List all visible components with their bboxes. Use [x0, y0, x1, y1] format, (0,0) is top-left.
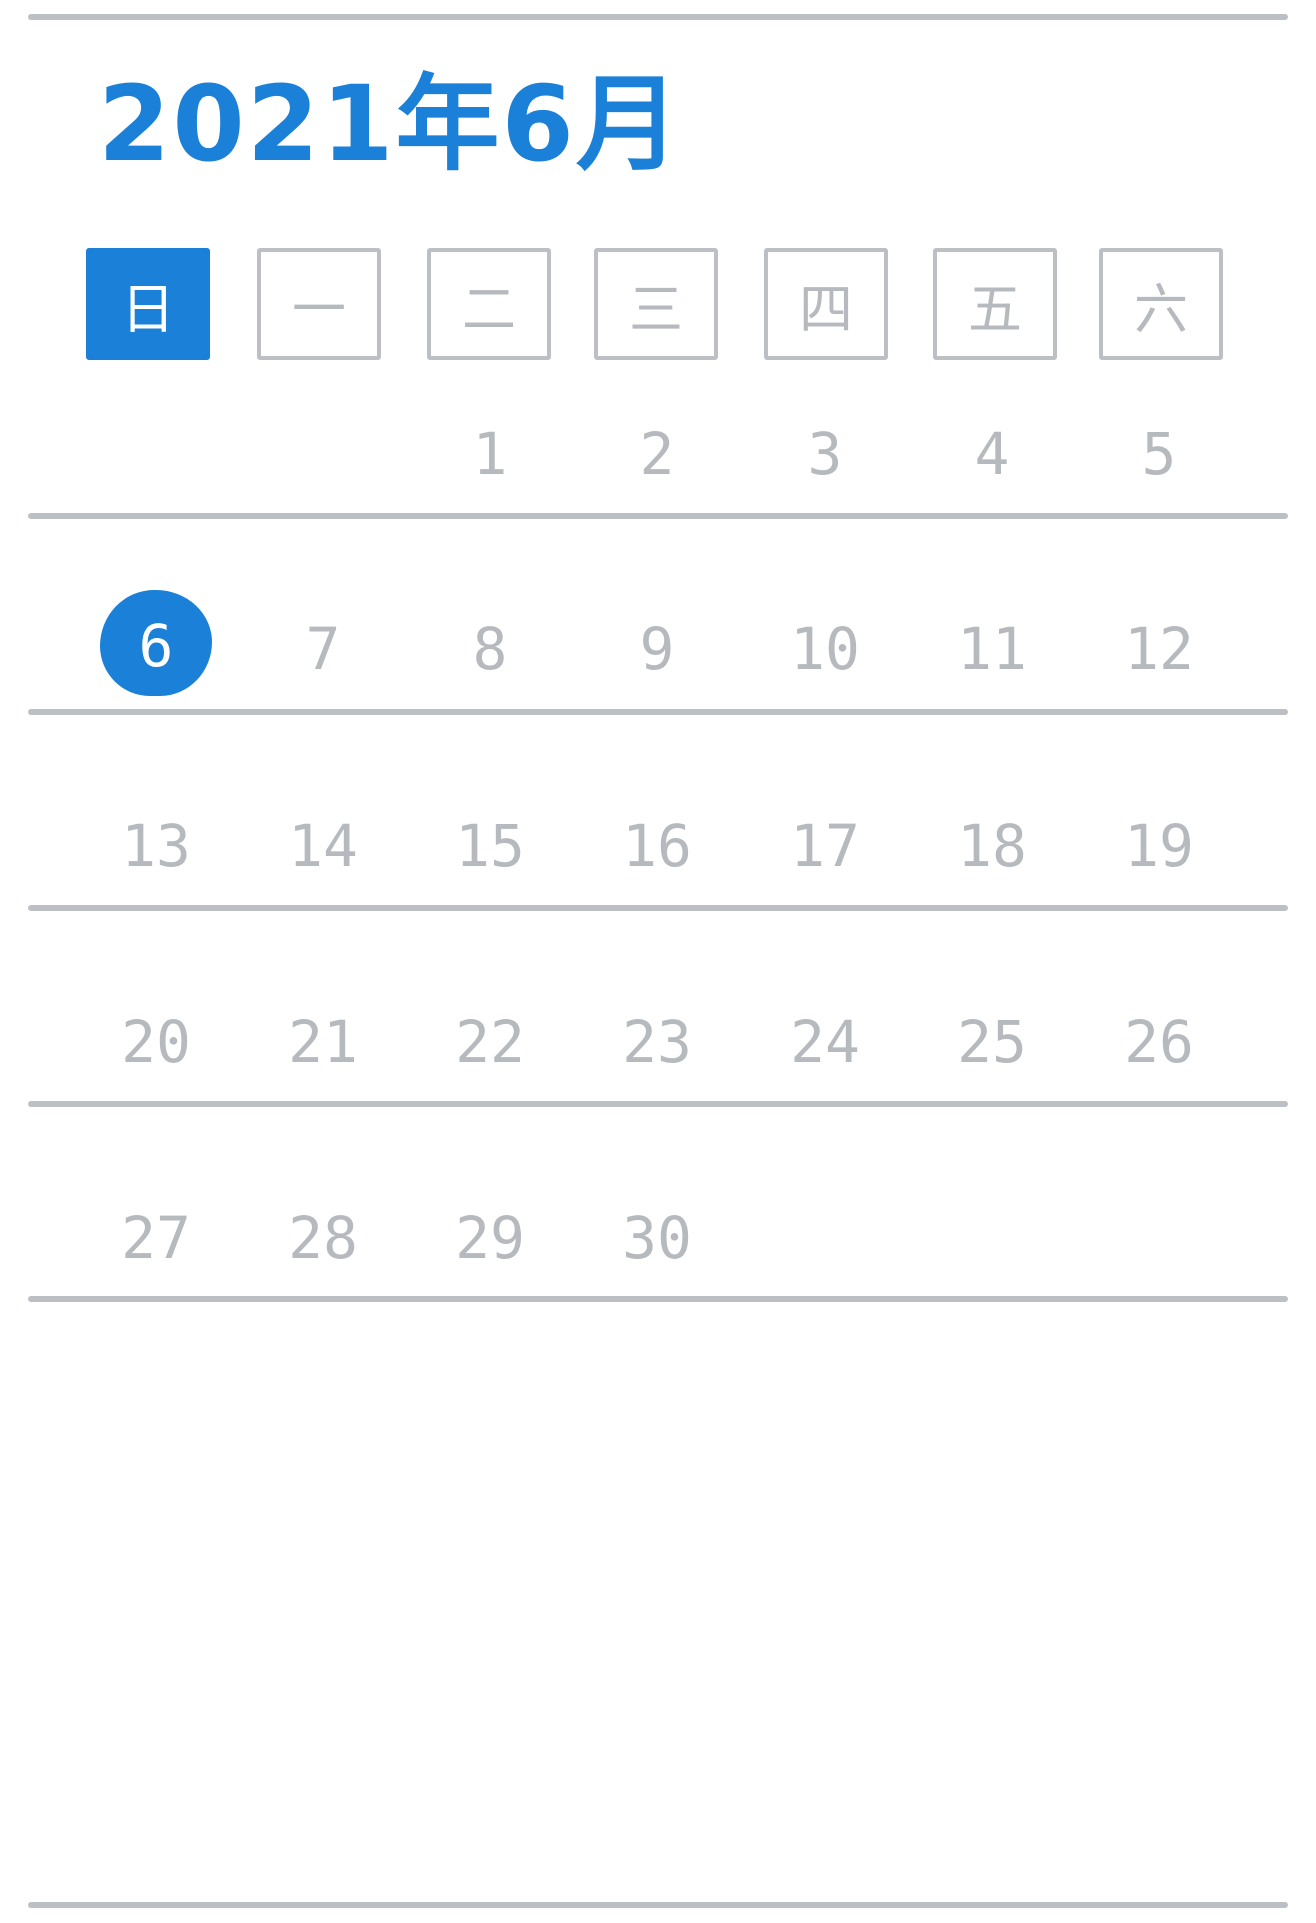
day-cell[interactable]: 28: [263, 1198, 383, 1278]
day-cell[interactable]: 17: [765, 806, 885, 886]
day-cell[interactable]: 13: [96, 806, 216, 886]
day-cell[interactable]: 23: [597, 1002, 717, 1082]
day-cell[interactable]: 22: [430, 1002, 550, 1082]
month-title: 2021年6月: [98, 63, 682, 185]
weekday-thu[interactable]: 四: [764, 248, 888, 360]
day-cell[interactable]: 7: [263, 609, 383, 689]
day-cell[interactable]: 18: [932, 806, 1052, 886]
week-divider: [28, 1101, 1288, 1107]
day-cell[interactable]: 25: [932, 1002, 1052, 1082]
day-cell[interactable]: 19: [1099, 806, 1219, 886]
bottom-rule: [28, 1902, 1288, 1908]
day-cell[interactable]: 14: [263, 806, 383, 886]
day-cell[interactable]: 1: [430, 414, 550, 494]
weekday-wed[interactable]: 三: [594, 248, 718, 360]
day-cell[interactable]: 12: [1099, 609, 1219, 689]
day-cell[interactable]: 29: [430, 1198, 550, 1278]
week-divider: [28, 709, 1288, 715]
weekday-sun[interactable]: 日: [86, 248, 210, 360]
day-cell[interactable]: 9: [597, 609, 717, 689]
day-cell[interactable]: 5: [1099, 414, 1219, 494]
day-cell[interactable]: 15: [430, 806, 550, 886]
week-divider: [28, 1296, 1288, 1302]
weekday-header: 日 一 二 三 四 五 六: [86, 248, 1234, 364]
top-rule: [28, 14, 1288, 20]
week-divider: [28, 513, 1288, 519]
day-cell[interactable]: 2: [597, 414, 717, 494]
day-cell[interactable]: 24: [765, 1002, 885, 1082]
day-cell[interactable]: 10: [765, 609, 885, 689]
day-cell[interactable]: 4: [932, 414, 1052, 494]
weekday-sat[interactable]: 六: [1099, 248, 1223, 360]
day-cell[interactable]: 11: [932, 609, 1052, 689]
day-cell[interactable]: 30: [597, 1198, 717, 1278]
weekday-mon[interactable]: 一: [257, 248, 381, 360]
day-cell[interactable]: 3: [765, 414, 885, 494]
day-cell[interactable]: 21: [263, 1002, 383, 1082]
day-cell[interactable]: 26: [1099, 1002, 1219, 1082]
day-cell[interactable]: 27: [96, 1198, 216, 1278]
day-cell-today[interactable]: 6: [96, 606, 216, 686]
day-cell[interactable]: 16: [597, 806, 717, 886]
weekday-fri[interactable]: 五: [933, 248, 1057, 360]
week-divider: [28, 905, 1288, 911]
weekday-tue[interactable]: 二: [427, 248, 551, 360]
day-cell[interactable]: 20: [96, 1002, 216, 1082]
day-cell[interactable]: 8: [430, 609, 550, 689]
